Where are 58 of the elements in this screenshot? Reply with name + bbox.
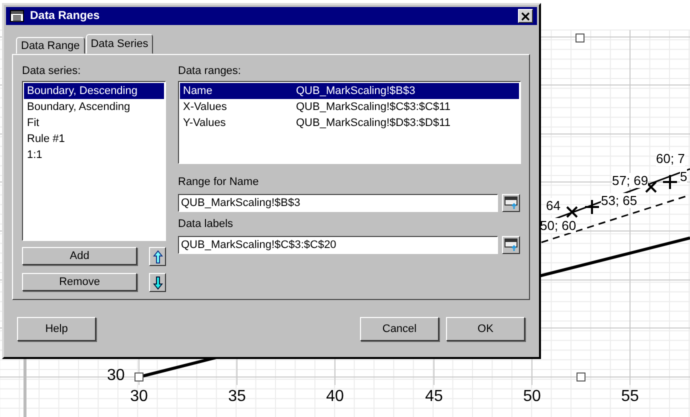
- table-cell-text: X-Values: [182, 100, 228, 115]
- plus-marker: [584, 199, 600, 215]
- axis-tick-label: 45: [424, 388, 444, 406]
- input-field[interactable]: QUB_MarkScaling!$C$3:$C$20: [178, 236, 498, 254]
- axis-tick-label: 50: [522, 388, 542, 406]
- series-item[interactable]: Rule #1: [24, 130, 164, 147]
- data-point-label: 50; 60: [540, 218, 576, 233]
- table-cell-text: Name: [182, 84, 214, 99]
- series-item[interactable]: Boundary, Ascending: [24, 98, 164, 115]
- help-button[interactable]: Help: [17, 317, 96, 341]
- axis-tick-label: 55: [620, 388, 640, 406]
- range-row[interactable]: Name QUB_MarkScaling!$B$3: [180, 83, 519, 99]
- move-down-button[interactable]: [149, 273, 166, 292]
- cancel-button[interactable]: Cancel: [360, 317, 439, 341]
- up-arrow-icon: [152, 250, 163, 264]
- axis-tick-label: 30: [107, 367, 125, 385]
- axis-tick-label: 40: [325, 388, 345, 406]
- down-arrow-icon: [152, 276, 163, 290]
- table-cell-text: QUB_MarkScaling!$B$3: [296, 84, 416, 99]
- field-label: Data labels: [178, 218, 234, 232]
- range-row[interactable]: X-Values QUB_MarkScaling!$C$3:$C$11: [180, 99, 519, 115]
- selection-handle[interactable]: [134, 372, 144, 382]
- data-point-label: 53; 65: [601, 193, 638, 208]
- range-row[interactable]: Y-Values QUB_MarkScaling!$D$3:$D$11: [180, 115, 519, 131]
- field-label: Range for Name: [178, 176, 259, 190]
- select-range-button[interactable]: [502, 194, 520, 212]
- shrink-icon: [504, 238, 518, 252]
- ok-button[interactable]: OK: [446, 317, 525, 341]
- table-cell-text: QUB_MarkScaling!$D$3:$D$11: [296, 116, 450, 131]
- tab[interactable]: Data Series: [86, 34, 154, 54]
- selection-handle[interactable]: [576, 34, 584, 42]
- input-field[interactable]: QUB_MarkScaling!$B$3: [178, 194, 498, 212]
- series-item[interactable]: Fit: [24, 114, 164, 131]
- move-up-button[interactable]: [149, 247, 166, 266]
- selection-handle[interactable]: [576, 372, 586, 382]
- axis-tick-label: 30: [129, 388, 149, 406]
- table-cell-text: QUB_MarkScaling!$C$3:$C$11: [296, 100, 450, 115]
- series-item[interactable]: Boundary, Descending: [24, 82, 164, 99]
- series-label: Data series:: [22, 65, 81, 79]
- plus-marker: [662, 174, 678, 190]
- close-icon: [521, 12, 530, 20]
- tab[interactable]: Data Range: [16, 37, 85, 54]
- series-item[interactable]: 1:1: [24, 146, 164, 163]
- data-point-label: 5: [680, 169, 688, 184]
- window-icon: [10, 10, 24, 22]
- axis-tick-label: 35: [227, 388, 247, 406]
- window-title: Data Ranges: [30, 10, 101, 22]
- select-range-button[interactable]: [502, 236, 520, 254]
- data-point-label: 57; 69: [612, 173, 648, 188]
- data-point-label: 64: [546, 198, 560, 213]
- close-button[interactable]: [518, 9, 533, 23]
- ranges-label: Data ranges:: [178, 65, 241, 79]
- remove-button[interactable]: Remove: [22, 273, 138, 291]
- table-cell-text: Y-Values: [182, 116, 227, 131]
- data-point-label: 60; 7: [656, 151, 685, 166]
- shrink-icon: [504, 196, 518, 210]
- add-button[interactable]: Add: [22, 247, 138, 265]
- cross-marker: [566, 206, 578, 218]
